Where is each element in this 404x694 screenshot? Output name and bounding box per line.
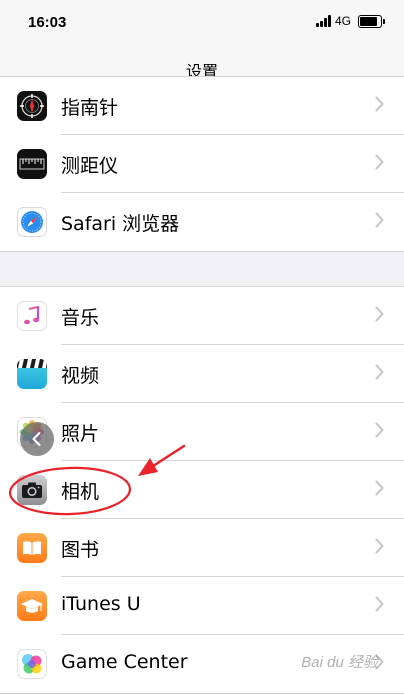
settings-group-2: 音乐 视频 照片 相机 图书 iTunes U Game Center	[0, 286, 404, 694]
settings-row-books[interactable]: 图书	[0, 519, 404, 577]
settings-row-label: 相机	[61, 481, 100, 503]
settings-row-label: Game Center	[61, 651, 188, 673]
settings-row-label: 图书	[61, 539, 100, 561]
watermark-logo: Bai du 经验	[301, 654, 378, 671]
settings-row-label: 指南针	[61, 97, 119, 119]
safari-icon	[17, 207, 47, 237]
settings-group-1: 指南针 测距仪 Safari 浏览器	[0, 76, 404, 252]
settings-row-label: 照片	[61, 423, 100, 445]
settings-row-videos[interactable]: 视频	[0, 345, 404, 403]
settings-row-label: 音乐	[61, 307, 100, 329]
status-indicators: 4G	[315, 14, 385, 28]
settings-row-safari[interactable]: Safari 浏览器	[0, 193, 404, 251]
game-center-icon	[17, 649, 47, 679]
cellular-signal-icon	[315, 15, 331, 27]
chevron-right-icon	[375, 364, 384, 380]
itunes-u-icon	[17, 591, 47, 621]
books-icon	[17, 533, 47, 563]
settings-row-music[interactable]: 音乐	[0, 287, 404, 345]
settings-row-label: iTunes U	[61, 593, 141, 615]
chevron-right-icon	[375, 480, 384, 496]
chevron-right-icon	[375, 538, 384, 554]
chevron-right-icon	[375, 422, 384, 438]
chevron-right-icon	[375, 306, 384, 322]
videos-icon	[17, 359, 47, 389]
status-time: 16:03	[28, 14, 67, 31]
settings-row-compass[interactable]: 指南针	[0, 77, 404, 135]
compass-icon	[17, 91, 47, 121]
settings-row-itunes-u[interactable]: iTunes U	[0, 577, 404, 635]
chevron-right-icon	[375, 596, 384, 612]
settings-row-label: Safari 浏览器	[61, 213, 180, 235]
camera-icon	[17, 475, 47, 505]
chevron-right-icon	[375, 212, 384, 228]
network-type: 4G	[334, 14, 351, 28]
measure-icon	[17, 149, 47, 179]
settings-row-measure[interactable]: 测距仪	[0, 135, 404, 193]
floating-back-button[interactable]	[20, 422, 54, 456]
settings-row-label: 测距仪	[61, 155, 119, 177]
chevron-left-icon	[32, 432, 41, 446]
music-icon	[17, 301, 47, 331]
status-bar: 16:03 4G	[0, 0, 404, 48]
chevron-right-icon	[375, 154, 384, 170]
settings-row-camera[interactable]: 相机	[0, 461, 404, 519]
settings-row-label: 视频	[61, 365, 100, 387]
settings-row-photos[interactable]: 照片	[0, 403, 404, 461]
chevron-right-icon	[375, 96, 384, 112]
battery-icon	[358, 14, 385, 28]
